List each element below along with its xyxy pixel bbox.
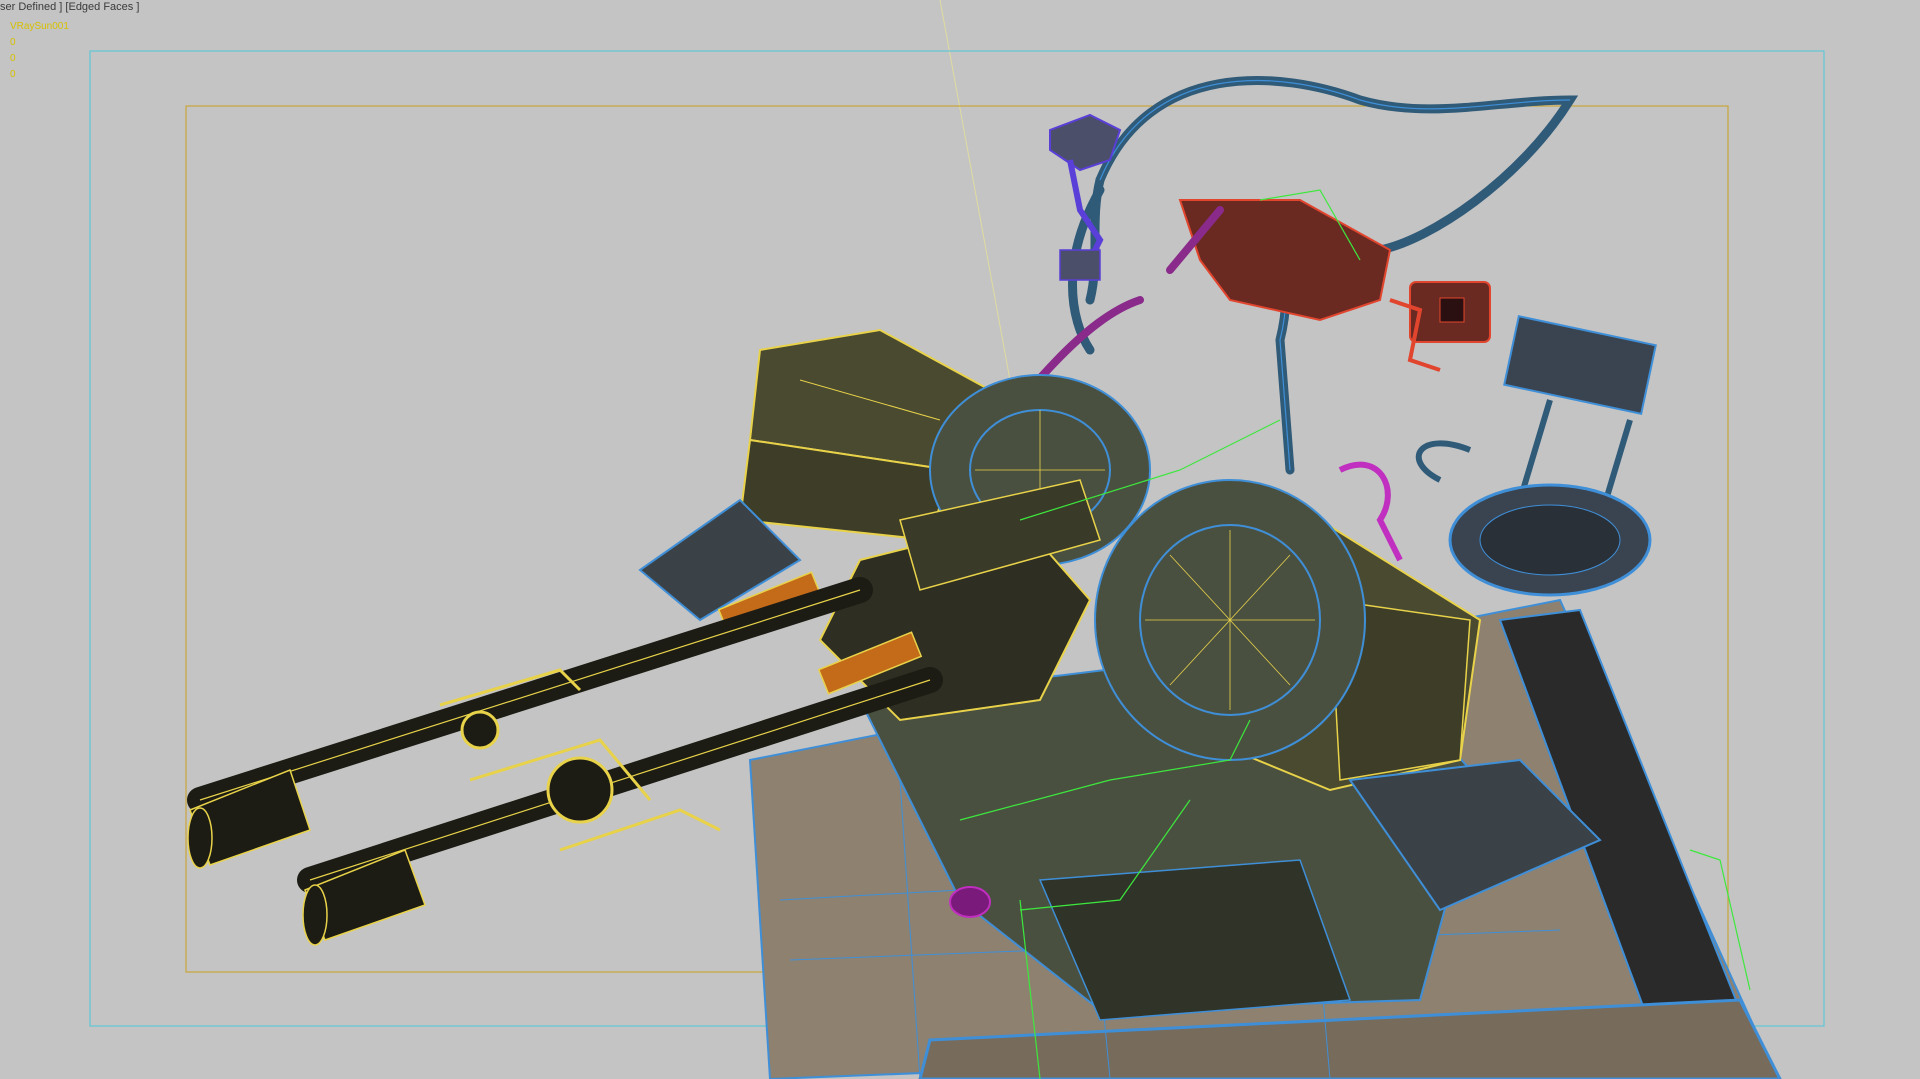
scene-render[interactable] [0,0,1920,1079]
light-ray-line [939,0,1011,381]
3d-viewport[interactable]: ser Defined ] [Edged Faces ] VRaySun001 … [0,0,1920,1079]
sight-mount [1049,113,1122,281]
small-handwheel [949,886,991,918]
operator-seat [1415,315,1657,597]
wireframe-turret-model [187,75,1782,1079]
